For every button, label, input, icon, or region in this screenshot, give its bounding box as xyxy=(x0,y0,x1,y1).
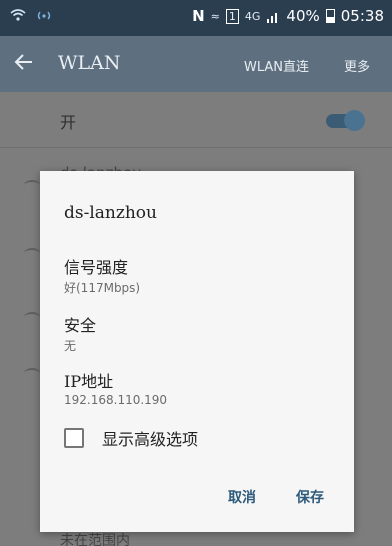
status-bar: N ≈ 1 4G 40% 05:38 xyxy=(0,0,392,36)
more-button[interactable]: 更多 xyxy=(344,56,370,75)
signal-strength-value: 好(117Mbps) xyxy=(64,281,141,295)
battery-icon xyxy=(325,9,335,23)
wifi-icon xyxy=(24,312,40,322)
wifi-icon xyxy=(24,368,40,378)
battery-percent: 40% xyxy=(286,7,320,25)
wifi-signal-icon xyxy=(10,9,26,21)
wlan-direct-button[interactable]: WLAN直连 xyxy=(244,56,309,75)
wlan-switch-row[interactable]: 开 xyxy=(0,92,392,148)
status-right: N ≈ 1 4G 40% 05:38 xyxy=(192,7,384,25)
network-details-dialog: ds-lanzhou 信号强度 好(117Mbps) 安全 无 IP地址 192… xyxy=(40,171,354,532)
wifi-icon xyxy=(24,180,40,190)
back-arrow-icon[interactable] xyxy=(12,50,36,74)
out-of-range-label: 未在范围内 xyxy=(60,533,130,546)
toggle-thumb xyxy=(344,110,365,131)
ip-address-value: 192.168.110.190 xyxy=(64,393,168,407)
ip-address-label: IP地址 xyxy=(64,372,114,391)
status-time: 05:38 xyxy=(340,7,384,25)
wlan-toggle[interactable] xyxy=(326,110,365,131)
nfc-icon: N xyxy=(192,7,205,25)
page-title: WLAN xyxy=(58,52,121,74)
app-bar: WLAN WLAN直连 更多 xyxy=(0,36,392,92)
network-type: 4G xyxy=(244,9,261,23)
wlan-switch-label: 开 xyxy=(60,113,77,132)
cell-signal-icon xyxy=(267,12,278,23)
dialog-title: ds-lanzhou xyxy=(64,203,157,223)
advanced-options-checkbox[interactable] xyxy=(64,428,84,448)
sim-icon: 1 xyxy=(225,8,239,24)
advanced-options-label: 显示高级选项 xyxy=(102,430,199,449)
security-label: 安全 xyxy=(64,316,97,335)
wifi-icon xyxy=(24,248,40,258)
hotspot-icon xyxy=(37,11,51,20)
signal-strength-label: 信号强度 xyxy=(64,258,129,277)
hd-wifi-icon: ≈ xyxy=(210,9,220,23)
status-left xyxy=(10,8,52,22)
security-value: 无 xyxy=(64,339,77,353)
save-button[interactable]: 保存 xyxy=(296,487,324,507)
advanced-options-row[interactable]: 显示高级选项 xyxy=(64,426,198,450)
cancel-button[interactable]: 取消 xyxy=(228,487,256,507)
